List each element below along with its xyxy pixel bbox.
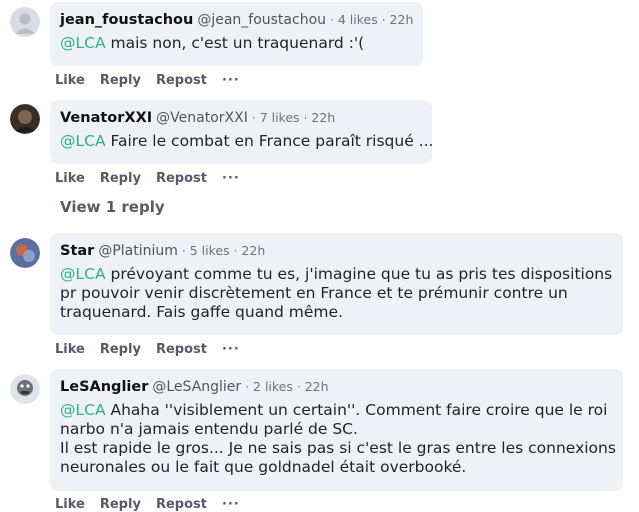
comment-text: @LCA prévoyant comme tu es, j'imagine qu… (60, 265, 613, 321)
comment-text: @LCA Ahaha ''visiblement un certain''. C… (60, 401, 616, 476)
repost-button[interactable]: Repost (156, 497, 207, 512)
like-button[interactable]: Like (55, 171, 85, 186)
more-options-icon[interactable]: ··· (222, 342, 240, 357)
comment-bubble: Star @Platinium · 5 likes · 22h @LCA prévoyan… (50, 233, 623, 335)
author-handle[interactable]: @Platinium (98, 243, 178, 259)
reply-button[interactable]: Reply (100, 171, 141, 186)
mention-link[interactable]: @LCA (60, 265, 106, 283)
reply-button[interactable]: Reply (100, 342, 141, 357)
author-handle[interactable]: @VenatorXXI (156, 110, 248, 126)
view-replies-button[interactable]: View 1 reply (60, 198, 165, 216)
mention-link[interactable]: @LCA (60, 401, 106, 419)
timestamp: 22h (389, 12, 414, 27)
more-options-icon[interactable]: ··· (222, 497, 240, 512)
author-name[interactable]: VenatorXXI (60, 110, 152, 126)
comment-actions: Like Reply Repost ··· (55, 342, 255, 357)
avatar[interactable] (10, 7, 40, 37)
comment-actions: Like Reply Repost ··· (55, 497, 255, 512)
avatar[interactable] (10, 374, 40, 404)
like-button[interactable]: Like (55, 342, 85, 357)
author-name[interactable]: Star (60, 243, 94, 259)
comment-bubble: VenatorXXI @VenatorXXI · 7 likes · 22h @LCA F… (50, 100, 434, 164)
mention-link[interactable]: @LCA (60, 34, 106, 52)
author-handle[interactable]: @LeSAnglier (152, 379, 241, 395)
comment-text: @LCA Faire le combat en France paraît ri… (60, 132, 434, 150)
reply-button[interactable]: Reply (100, 497, 141, 512)
comment-bubble: LeSAnglier @LeSAnglier · 2 likes · 22h @LCA A… (50, 369, 623, 491)
like-button[interactable]: Like (55, 497, 85, 512)
author-handle[interactable]: @jean_foustachou (197, 12, 326, 28)
avatar[interactable] (10, 104, 40, 134)
repost-button[interactable]: Repost (156, 342, 207, 357)
likes-count: 7 likes (259, 110, 300, 125)
timestamp: 22h (304, 379, 329, 394)
reply-button[interactable]: Reply (100, 73, 141, 88)
more-options-icon[interactable]: ··· (222, 73, 240, 88)
comment-actions: Like Reply Repost ··· (55, 171, 255, 186)
timestamp: 22h (241, 243, 266, 258)
timestamp: 22h (311, 110, 336, 125)
likes-count: 2 likes (253, 379, 293, 394)
likes-count: 4 likes (337, 12, 378, 27)
comment-actions: Like Reply Repost ··· (55, 73, 255, 88)
author-name[interactable]: LeSAnglier (60, 379, 148, 395)
author-name[interactable]: jean_foustachou (60, 12, 193, 28)
likes-count: 5 likes (189, 243, 230, 258)
repost-button[interactable]: Repost (156, 73, 207, 88)
comment-bubble: jean_foustachou @jean_foustachou · 4 likes ·… (50, 2, 423, 66)
comment-text: @LCA mais non, c'est un traquenard :'( (60, 34, 365, 52)
mention-link[interactable]: @LCA (60, 132, 106, 150)
repost-button[interactable]: Repost (156, 171, 207, 186)
more-options-icon[interactable]: ··· (222, 171, 240, 186)
like-button[interactable]: Like (55, 73, 85, 88)
avatar[interactable] (10, 238, 40, 268)
